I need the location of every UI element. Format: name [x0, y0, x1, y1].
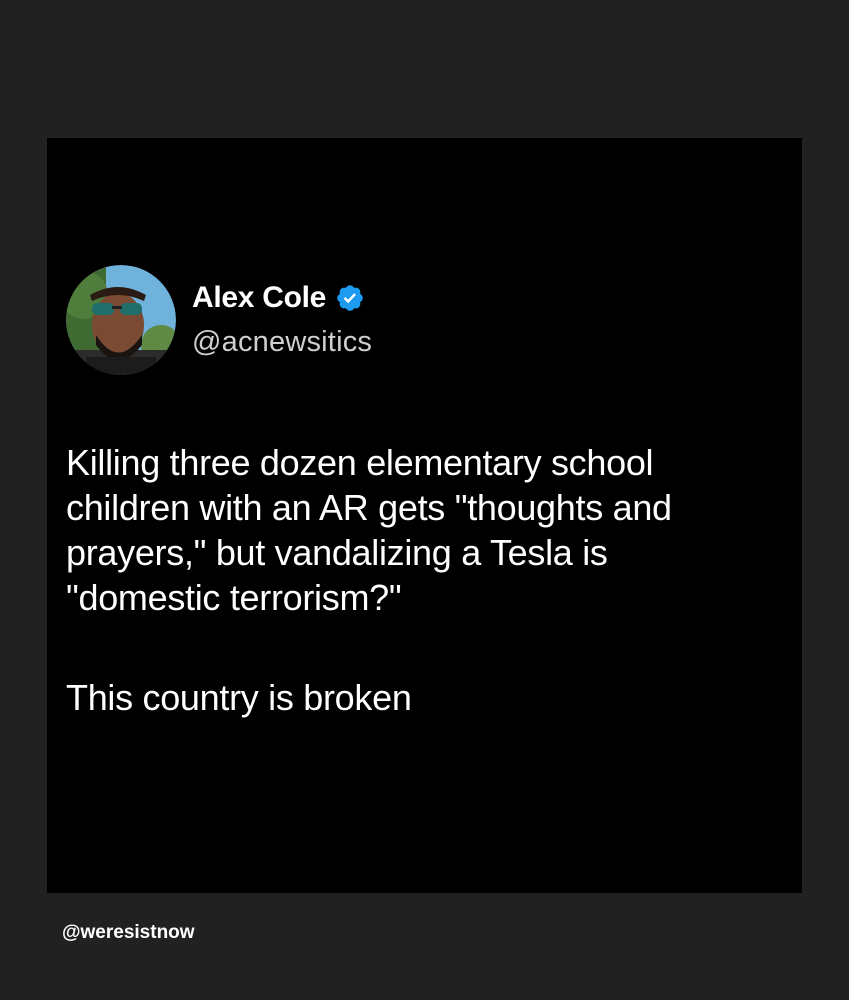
verified-badge-icon [335, 283, 365, 313]
avatar-photo-icon [66, 265, 176, 375]
author-name[interactable]: Alex Cole [192, 281, 326, 315]
tweet-text-line: prayers," but vandalizing a Tesla is [66, 532, 608, 573]
page: Alex Cole @acnewsitics Killing three doz… [0, 0, 849, 1000]
author-name-row: Alex Cole [192, 278, 365, 318]
tweet-closing-line: This country is broken [66, 677, 412, 718]
tweet-text-line: Killing three dozen elementary school [66, 442, 654, 483]
author-handle[interactable]: @acnewsitics [192, 326, 372, 359]
avatar[interactable] [66, 265, 176, 375]
tweet-card: Alex Cole @acnewsitics Killing three doz… [47, 138, 802, 893]
credit-handle: @weresistnow [62, 922, 195, 943]
tweet-text-line: "domestic terrorism?" [66, 577, 402, 618]
tweet-text: Killing three dozen elementary school ch… [66, 440, 791, 720]
tweet-text-line: children with an AR gets "thoughts and [66, 487, 672, 528]
